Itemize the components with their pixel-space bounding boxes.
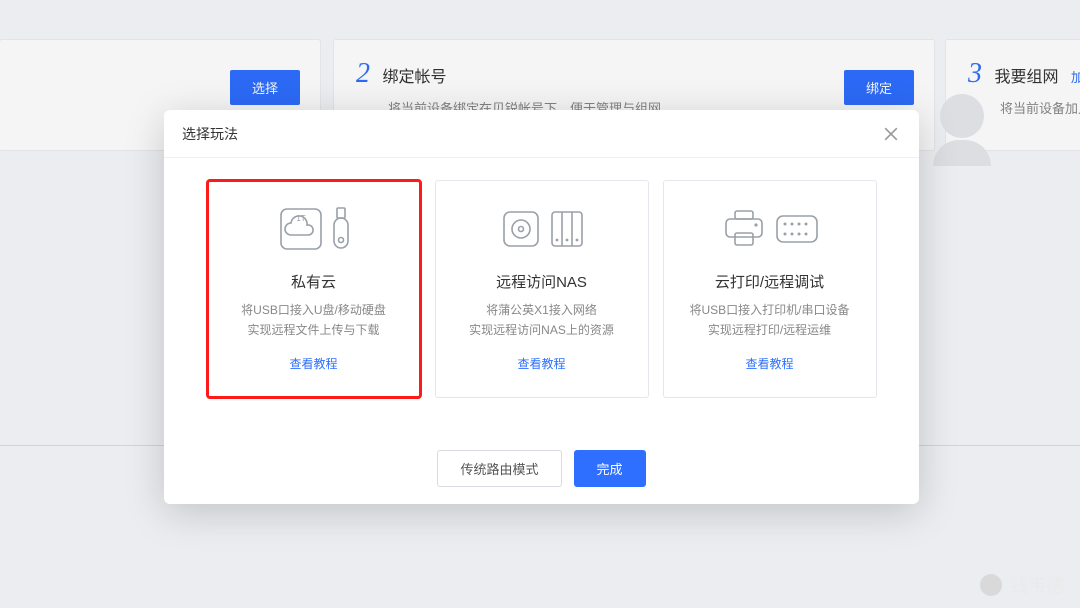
wechat-icon [980, 574, 1002, 596]
modal-body: 1T 私有云 将USB口接入U盘/移动硬盘 实现远程文件上传与下载 查看教程 [164, 158, 919, 432]
printer-icon [721, 199, 819, 259]
modal-footer: 传统路由模式 完成 [164, 432, 919, 504]
select-play-modal: 选择玩法 1T 私有云 将USB口接入U盘/ [164, 110, 919, 504]
close-icon[interactable] [881, 124, 901, 144]
option-title: 云打印/远程调试 [715, 271, 824, 292]
modal-header: 选择玩法 [164, 110, 919, 158]
option-cloud-print[interactable]: 云打印/远程调试 将USB口接入打印机/串口设备 实现远程打印/远程运维 查看教… [663, 180, 877, 398]
modal-title: 选择玩法 [182, 124, 881, 144]
tutorial-link[interactable]: 查看教程 [289, 355, 337, 372]
watermark: 钱韦德 [980, 572, 1064, 598]
option-desc: 将USB口接入打印机/串口设备 实现远程打印/远程运维 [689, 300, 849, 341]
nas-icon [500, 199, 584, 259]
watermark-text: 钱韦德 [1010, 572, 1064, 598]
legacy-router-button[interactable]: 传统路由模式 [437, 450, 561, 487]
option-private-cloud[interactable]: 1T 私有云 将USB口接入U盘/移动硬盘 实现远程文件上传与下载 查看教程 [207, 180, 421, 398]
finish-button[interactable]: 完成 [574, 450, 646, 487]
tutorial-link[interactable]: 查看教程 [745, 355, 793, 372]
option-desc: 将蒲公英X1接入网络 实现远程访问NAS上的资源 [469, 300, 614, 341]
option-title: 远程访问NAS [496, 271, 587, 292]
option-remote-nas[interactable]: 远程访问NAS 将蒲公英X1接入网络 实现远程访问NAS上的资源 查看教程 [435, 180, 649, 398]
private-cloud-icon: 1T [278, 199, 350, 259]
option-desc: 将USB口接入U盘/移动硬盘 实现远程文件上传与下载 [241, 300, 386, 341]
tutorial-link[interactable]: 查看教程 [517, 355, 565, 372]
option-title: 私有云 [291, 271, 336, 292]
